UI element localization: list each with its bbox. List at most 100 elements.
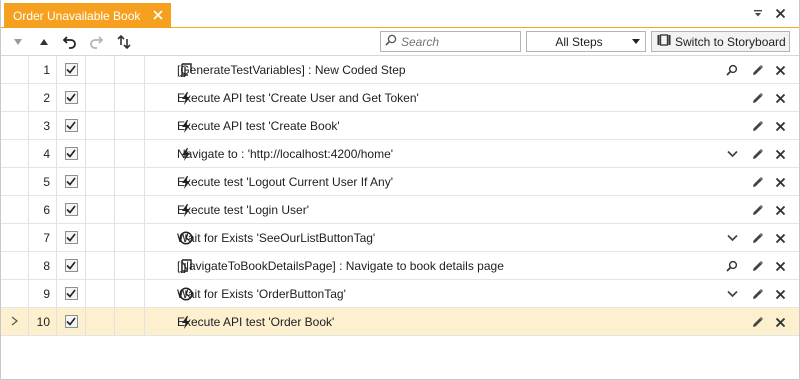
step-row[interactable]: 8 [NavigateToBookDetailsPage] : Navigate … xyxy=(1,252,799,280)
step-description[interactable]: Execute test 'Logout Current User If Any… xyxy=(145,168,715,195)
step-column-cell xyxy=(115,280,145,307)
move-up-icon[interactable] xyxy=(35,33,53,51)
step-enabled-cell xyxy=(57,84,86,111)
delete-icon[interactable] xyxy=(773,147,787,161)
move-down-icon[interactable] xyxy=(9,33,27,51)
step-description[interactable]: Execute API test 'Order Book' xyxy=(145,308,715,335)
check-icon xyxy=(66,147,76,161)
step-enabled-checkbox[interactable] xyxy=(64,175,78,188)
chevron-down-icon[interactable] xyxy=(725,231,739,245)
step-column-cell xyxy=(86,196,115,223)
step-description[interactable]: Wait for Exists 'SeeOurListButtonTag' xyxy=(145,224,715,251)
step-enabled-checkbox[interactable] xyxy=(64,203,78,216)
check-icon xyxy=(66,119,76,133)
step-description[interactable]: [NavigateToBookDetailsPage] : Navigate t… xyxy=(145,252,715,279)
tab-strip: Order Unavailable Book xyxy=(1,0,799,28)
step-row[interactable]: 2 Execute API test 'Create User and Get T… xyxy=(1,84,799,112)
step-description[interactable]: Execute test 'Login User' xyxy=(145,196,715,223)
search-input[interactable] xyxy=(401,34,516,49)
pencil-icon[interactable] xyxy=(750,147,764,161)
step-enabled-checkbox[interactable] xyxy=(64,231,78,244)
pencil-icon[interactable] xyxy=(750,175,764,189)
step-enabled-checkbox[interactable] xyxy=(64,259,78,273)
step-enabled-cell xyxy=(57,280,86,307)
delete-icon[interactable] xyxy=(773,231,787,245)
pencil-icon[interactable] xyxy=(750,119,764,133)
step-row[interactable]: 3 Execute API test 'Create Book' xyxy=(1,112,799,140)
delete-icon[interactable] xyxy=(773,63,787,77)
step-enabled-cell xyxy=(57,224,86,251)
step-row[interactable]: 1 [GenerateTestVariables] : New Coded Ste… xyxy=(1,56,799,84)
delete-icon[interactable] xyxy=(773,315,787,329)
pencil-icon[interactable] xyxy=(750,259,764,273)
row-header[interactable] xyxy=(1,308,29,335)
step-row[interactable]: 4 Navigate to : 'http://localhost:4200/ho… xyxy=(1,140,799,168)
toggle-steps-icon[interactable] xyxy=(115,33,133,51)
step-enabled-checkbox[interactable] xyxy=(64,91,78,104)
step-column-cell xyxy=(115,112,145,139)
switch-to-storyboard-button[interactable]: Switch to Storyboard xyxy=(651,31,790,52)
step-description[interactable]: [GenerateTestVariables] : New Coded Step xyxy=(145,56,715,83)
redo-icon[interactable] xyxy=(87,33,105,51)
step-enabled-checkbox[interactable] xyxy=(64,315,78,328)
step-row[interactable]: 10 Execute API test 'Order Book' xyxy=(1,308,799,336)
step-column-cell xyxy=(115,168,145,195)
panel-menu-icon[interactable] xyxy=(751,6,765,20)
test-steps-panel: Order Unavailable Book Search All Steps … xyxy=(0,0,800,380)
row-header[interactable] xyxy=(1,140,29,167)
step-number: 10 xyxy=(29,308,57,335)
step-enabled-checkbox[interactable] xyxy=(64,63,78,76)
pencil-icon[interactable] xyxy=(750,287,764,301)
pencil-icon[interactable] xyxy=(750,63,764,77)
delete-icon[interactable] xyxy=(773,175,787,189)
step-description[interactable]: Execute API test 'Create User and Get To… xyxy=(145,84,715,111)
row-header[interactable] xyxy=(1,84,29,111)
tab-order-unavailable-book[interactable]: Order Unavailable Book xyxy=(4,3,171,28)
row-header[interactable] xyxy=(1,280,29,307)
step-column-cell xyxy=(86,84,115,111)
step-row[interactable]: 9 Wait for Exists 'OrderButtonTag' xyxy=(1,280,799,308)
clock-icon xyxy=(179,287,193,301)
pencil-icon[interactable] xyxy=(750,231,764,245)
undo-icon[interactable] xyxy=(61,33,79,51)
step-description[interactable]: Execute API test 'Create Book' xyxy=(145,112,715,139)
delete-icon[interactable] xyxy=(773,203,787,217)
step-enabled-checkbox[interactable] xyxy=(64,147,78,161)
delete-icon[interactable] xyxy=(773,287,787,301)
step-description[interactable]: Navigate to : 'http://localhost:4200/hom… xyxy=(145,140,715,167)
magnifier-icon[interactable] xyxy=(725,63,739,77)
delete-icon[interactable] xyxy=(773,91,787,105)
step-row[interactable]: 6 Execute test 'Login User' xyxy=(1,196,799,224)
row-header[interactable] xyxy=(1,252,29,279)
step-enabled-checkbox[interactable] xyxy=(64,119,78,133)
step-description[interactable]: Wait for Exists 'OrderButtonTag' xyxy=(145,280,715,307)
delete-icon[interactable] xyxy=(773,119,787,133)
row-header[interactable] xyxy=(1,56,29,83)
tab-close-icon[interactable] xyxy=(152,9,164,21)
magnifier-icon[interactable] xyxy=(725,259,739,273)
step-row[interactable]: 5 Execute test 'Logout Current User If An… xyxy=(1,168,799,196)
step-row[interactable]: 7 Wait for Exists 'SeeOurListButtonTag' xyxy=(1,224,799,252)
step-column-cell xyxy=(115,196,145,223)
check-icon xyxy=(66,259,76,273)
row-header[interactable] xyxy=(1,112,29,139)
panel-close-icon[interactable] xyxy=(773,6,787,20)
delete-icon[interactable] xyxy=(773,259,787,273)
row-header[interactable] xyxy=(1,196,29,223)
row-header[interactable] xyxy=(1,168,29,195)
row-header[interactable] xyxy=(1,224,29,251)
pencil-icon[interactable] xyxy=(750,91,764,105)
chevron-down-icon[interactable] xyxy=(725,287,739,301)
pencil-icon[interactable] xyxy=(750,315,764,329)
step-enabled-checkbox[interactable] xyxy=(64,287,78,301)
step-column-cell xyxy=(115,140,145,167)
step-column-cell xyxy=(86,56,115,83)
step-filter-dropdown[interactable]: All Steps xyxy=(526,31,646,52)
step-column-cell xyxy=(115,84,145,111)
search-box[interactable] xyxy=(380,31,521,52)
pencil-icon[interactable] xyxy=(750,203,764,217)
check-icon xyxy=(66,287,76,301)
chevron-down-icon[interactable] xyxy=(725,147,739,161)
step-number: 7 xyxy=(29,224,57,251)
storyboard-icon xyxy=(657,34,671,49)
